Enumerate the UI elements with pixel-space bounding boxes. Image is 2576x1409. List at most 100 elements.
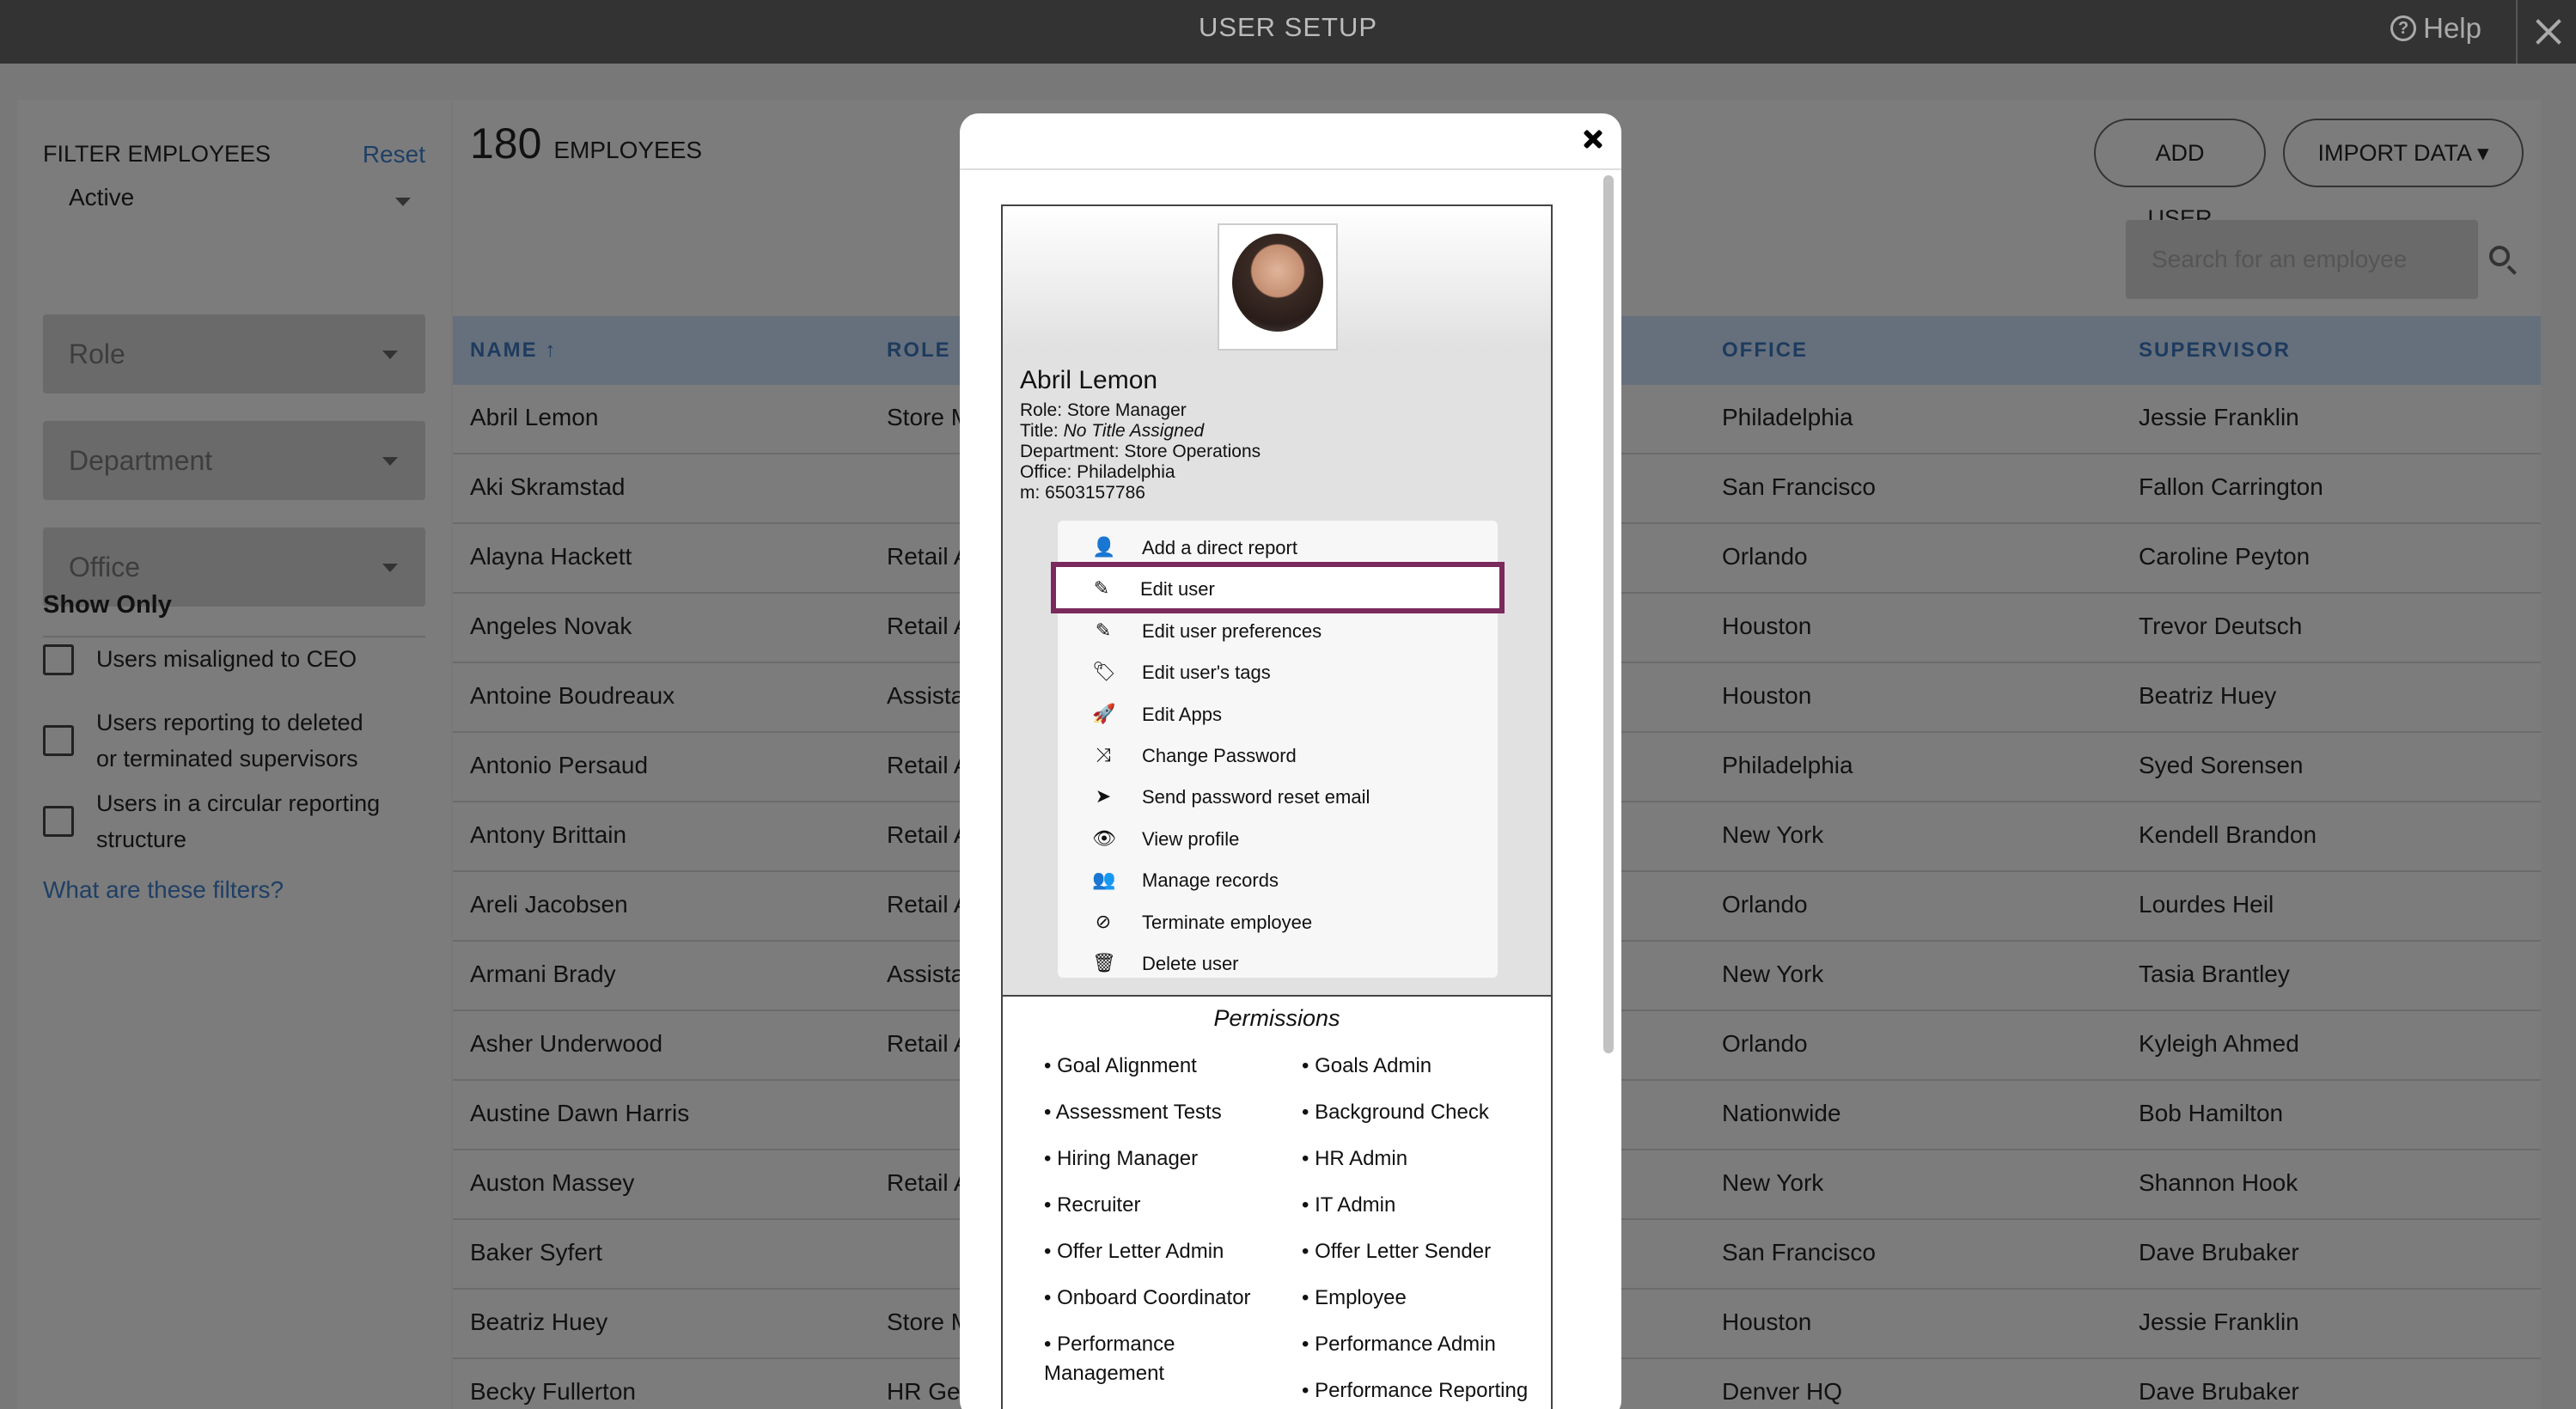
cell-role: Retail A [887,1030,970,1057]
edit-icon: ✎ [1093,577,1110,600]
permission-item: • Offer Letter Admin [1044,1240,1224,1263]
import-data-button[interactable]: IMPORT DATA ▾ [2283,119,2524,187]
permission-item: • Goals Admin [1302,1054,1432,1077]
menu-item-change-password[interactable]: ⤨ Change Password [1058,734,1498,775]
records-icon: 👥 [1092,869,1116,891]
cell-role: Retail A [887,752,970,778]
cell-supervisor: Jessie Franklin [2139,1308,2299,1335]
permission-item: • Performance Reporting [1302,1379,1529,1402]
chevron-down-icon[interactable] [395,198,411,206]
menu-item-label: View profile [1142,827,1240,850]
cell-supervisor: Beatriz Huey [2139,682,2277,709]
edit-icon: ✎ [1095,619,1112,641]
close-icon[interactable] [1582,127,1606,151]
trash-icon: 🗑 [1092,952,1116,973]
menu-item-edit-user-preferences[interactable]: ✎ Edit user preferences [1058,609,1498,650]
shuffle-icon: ⤨ [1096,744,1111,765]
column-office[interactable]: OFFICE [1722,339,1808,363]
close-icon[interactable] [2516,0,2576,64]
chevron-down-icon [382,457,398,466]
permission-item: • Onboard Coordinator [1044,1286,1251,1309]
cell-name: Armani Brady [470,961,616,987]
status-select[interactable]: Active [69,184,134,211]
cell-name: Asher Underwood [470,1030,663,1057]
cell-supervisor: Trevor Deutsch [2139,613,2303,639]
menu-item-view-profile[interactable]: 👁 View profile [1058,817,1498,858]
cell-name: Antony Brittain [470,821,627,848]
menu-item-label: Manage records [1142,869,1279,892]
department-select[interactable]: Department [43,421,425,500]
cell-role: Assista [887,682,965,709]
cell-supervisor: Dave Brubaker [2139,1378,2299,1405]
cell-office: Philadelphia [1722,404,1853,430]
show-only-title: Show Only [43,591,172,619]
cell-office: Denver HQ [1722,1378,1843,1405]
help-button[interactable]: ? Help [2390,12,2481,45]
permission-item: • HR Admin [1302,1147,1408,1170]
menu-item-add-a-direct-report[interactable]: 👤 Add a direct report [1058,526,1498,567]
office-placeholder: Office [69,552,140,583]
cell-role: Retail A [887,613,970,639]
cell-office: Nationwide [1722,1100,1841,1126]
menu-item-edit-apps[interactable]: 🚀 Edit Apps [1058,692,1498,734]
cell-office: Houston [1722,682,1812,709]
employee-count: 180 EMPLOYEES [470,119,703,168]
filter-label: Users misaligned to CEO [96,646,357,672]
cell-name: Aki Skramstad [470,473,626,500]
divider [960,168,1621,170]
avatar [1218,223,1338,351]
profile-office: Office: Philadelphia [1020,462,1175,482]
permission-item: • Background Check [1302,1101,1489,1124]
ban-icon: ⊘ [1095,910,1112,932]
profile-department: Department: Store Operations [1020,442,1261,461]
cell-supervisor: Kendell Brandon [2139,821,2317,848]
menu-item-edit-user-s-tags[interactable]: 🏷 Edit user's tags [1058,650,1498,692]
divider [43,636,425,637]
menu-item-manage-records[interactable]: 👥 Manage records [1058,858,1498,900]
column-name[interactable]: NAME ↑ [470,339,557,363]
column-role[interactable]: ROLE [887,339,951,363]
cell-role: Retail A [887,821,970,848]
user-card-modal: Abril Lemon Role: Store Manager Title: N… [960,113,1621,1409]
cell-name: Angeles Novak [470,613,632,639]
scrollbar[interactable] [1603,175,1614,1053]
cell-role: Retail A [887,543,970,570]
menu-item-delete-user[interactable]: 🗑 Delete user [1058,942,1498,983]
what-filters-link[interactable]: What are these filters? [43,876,284,904]
help-label: Help [2423,12,2481,44]
column-supervisor[interactable]: SUPERVISOR [2139,339,2291,363]
role-placeholder: Role [69,339,125,369]
menu-item-terminate-employee[interactable]: ⊘ Terminate employee [1058,900,1498,942]
menu-item-edit-user[interactable]: ✎ Edit user [1051,562,1505,614]
permission-item: • Goal Alignment [1044,1054,1197,1077]
menu-item-label: Edit user preferences [1142,619,1322,642]
menu-item-label: Delete user [1142,953,1239,974]
profile-card: Abril Lemon Role: Store Manager Title: N… [1001,204,1553,1409]
filter-title: FILTER EMPLOYEES [43,141,272,167]
chevron-down-icon [382,351,398,359]
cell-supervisor: Bob Hamilton [2139,1100,2284,1126]
role-select[interactable]: Role [43,314,425,393]
top-bar: USER SETUP ? Help [0,0,2576,64]
reset-link[interactable]: Reset [363,141,425,168]
filter-sidebar: FILTER EMPLOYEES Reset Active Role Depar… [17,100,451,1409]
profile-name: Abril Lemon [1020,366,1158,394]
rocket-icon: 🚀 [1092,702,1116,724]
search-input[interactable]: Search for an employee [2126,220,2478,299]
cell-office: New York [1722,1169,1824,1196]
cell-role: Assista [887,961,965,987]
send-icon: ➤ [1095,785,1112,808]
filter-checkbox-deleted-supervisors[interactable] [43,725,74,756]
cell-name: Austine Dawn Harris [470,1100,690,1126]
filter-checkbox-misaligned[interactable] [43,644,74,675]
cell-supervisor: Syed Sorensen [2139,752,2304,778]
add-user-button[interactable]: ADD USER [2094,119,2266,231]
filter-checkbox-circular[interactable] [43,806,74,837]
permission-item: • Hiring Manager [1044,1147,1199,1170]
menu-item-send-password-reset-email[interactable]: ➤ Send password reset email [1058,775,1498,816]
cell-name: Becky Fullerton [470,1378,636,1405]
permission-item: • IT Admin [1302,1193,1396,1217]
cell-name: Baker Syfert [470,1239,603,1266]
search-icon[interactable] [2489,246,2510,266]
cell-role: Store M [887,1308,972,1335]
